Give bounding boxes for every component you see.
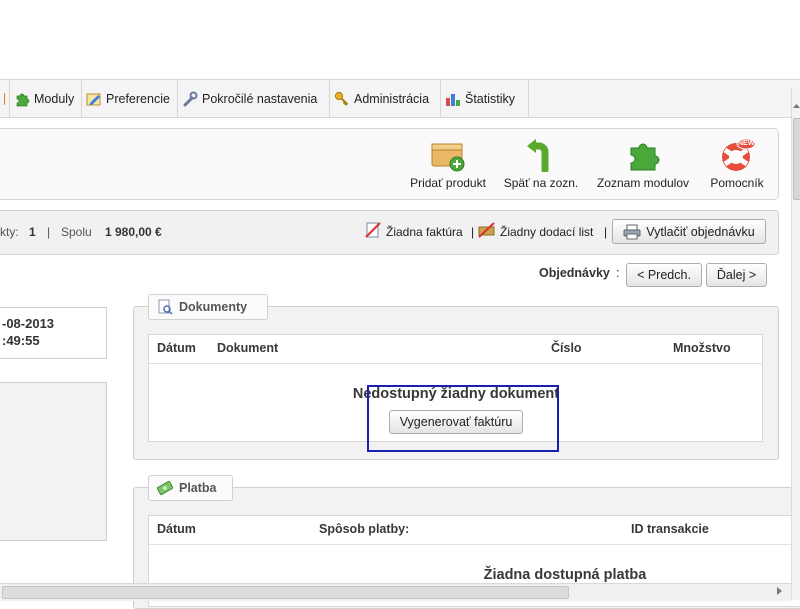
help-label: Pomocník <box>710 176 764 190</box>
bar-chart-icon <box>445 91 461 107</box>
documents-legend: Dokumenty <box>148 294 268 320</box>
no-delivery-slip-link[interactable]: Žiadny dodací list <box>500 225 593 239</box>
box-add-icon <box>430 138 466 172</box>
payment-legend: Platba <box>148 475 233 501</box>
no-invoice-link[interactable]: Žiadna faktúra <box>386 225 463 239</box>
preferences-icon <box>86 91 102 107</box>
documents-col-quantity: Množstvo <box>673 341 731 355</box>
payment-col-transaction-id: ID transakcie <box>631 522 709 536</box>
vertical-scrollbar[interactable] <box>791 88 800 600</box>
tab-preferencie[interactable]: Preferencie <box>82 80 178 117</box>
printer-icon <box>623 224 641 240</box>
horizontal-scroll-thumb[interactable] <box>2 586 569 599</box>
module-list-puzzle-icon <box>625 138 661 172</box>
products-label: kty: <box>0 225 19 239</box>
add-product-button[interactable]: Pridať produkt <box>405 138 491 190</box>
payment-col-date: Dátum <box>157 522 196 536</box>
partial-tab-icon <box>4 92 5 105</box>
summary-separator: | <box>47 225 51 239</box>
back-arrow-icon <box>523 138 559 174</box>
tab-statistiky[interactable]: Štatistiky <box>441 80 529 117</box>
total-value: 1 980,00 € <box>105 225 162 239</box>
summary-separator: | <box>604 225 608 239</box>
payment-empty-message: Žiadna dostupná platba <box>483 567 647 583</box>
money-icon <box>156 480 174 496</box>
documents-col-document: Dokument <box>217 341 279 355</box>
order-time: :49:55 <box>2 333 40 348</box>
back-to-list-label: Späť na zozn. <box>503 176 579 190</box>
scroll-right-arrow-icon[interactable] <box>772 585 788 597</box>
orders-nav-label: Objednávky <box>539 266 610 280</box>
tab-label: Administrácia <box>354 91 430 106</box>
scroll-up-arrow-icon[interactable] <box>792 96 800 116</box>
order-date-box: -08-2013 :49:55 <box>0 307 107 359</box>
main-tab-bar: Moduly Preferencie Pokročilé nastavenia … <box>0 79 800 118</box>
tab-label: Preferencie <box>106 91 170 106</box>
no-invoice-icon <box>365 222 381 238</box>
tab-label: Pokročilé nastavenia <box>202 91 318 106</box>
next-order-button[interactable]: Ďalej > <box>706 263 767 287</box>
payment-col-method: Spôsob platby: <box>319 522 410 536</box>
orders-nav-colon: : <box>616 266 620 280</box>
left-info-box <box>0 382 107 541</box>
module-list-button[interactable]: Zoznam modulov <box>592 138 694 190</box>
help-new-badge: NEW <box>738 140 755 147</box>
module-list-label: Zoznam modulov <box>596 176 690 190</box>
summary-separator: | <box>471 225 475 239</box>
tab-label: Štatistiky <box>465 91 516 106</box>
total-label: Spolu <box>61 225 92 239</box>
documents-title: Dokumenty <box>179 300 248 314</box>
print-order-button[interactable]: Vytlačiť objednávku <box>612 219 766 244</box>
vertical-scroll-thumb[interactable] <box>793 118 800 200</box>
help-button[interactable]: NEW Pomocník <box>704 138 770 190</box>
tab-administracia[interactable]: Administrácia <box>330 80 441 117</box>
payment-title: Platba <box>179 481 217 495</box>
documents-col-number: Číslo <box>551 341 582 355</box>
order-date: -08-2013 <box>2 316 55 331</box>
highlight-box <box>367 385 559 452</box>
print-order-label: Vytlačiť objednávku <box>646 224 755 239</box>
documents-col-date: Dátum <box>157 341 196 355</box>
document-search-icon <box>157 299 173 315</box>
products-count: 1 <box>29 225 36 239</box>
add-product-label: Pridať produkt <box>410 176 486 190</box>
prev-order-button[interactable]: < Predch. <box>626 263 702 287</box>
no-delivery-slip-icon <box>478 222 496 238</box>
tab-partial[interactable] <box>0 80 10 117</box>
back-to-list-button[interactable]: Späť na zozn. <box>500 138 582 190</box>
tab-pokrocile-nastavenia[interactable]: Pokročilé nastavenia <box>178 80 330 117</box>
tab-label: Moduly <box>34 91 75 106</box>
key-icon <box>334 91 350 107</box>
puzzle-icon <box>14 91 30 107</box>
wrench-icon <box>182 91 198 107</box>
tab-moduly[interactable]: Moduly <box>10 80 82 117</box>
lifebuoy-icon: NEW <box>719 138 756 172</box>
